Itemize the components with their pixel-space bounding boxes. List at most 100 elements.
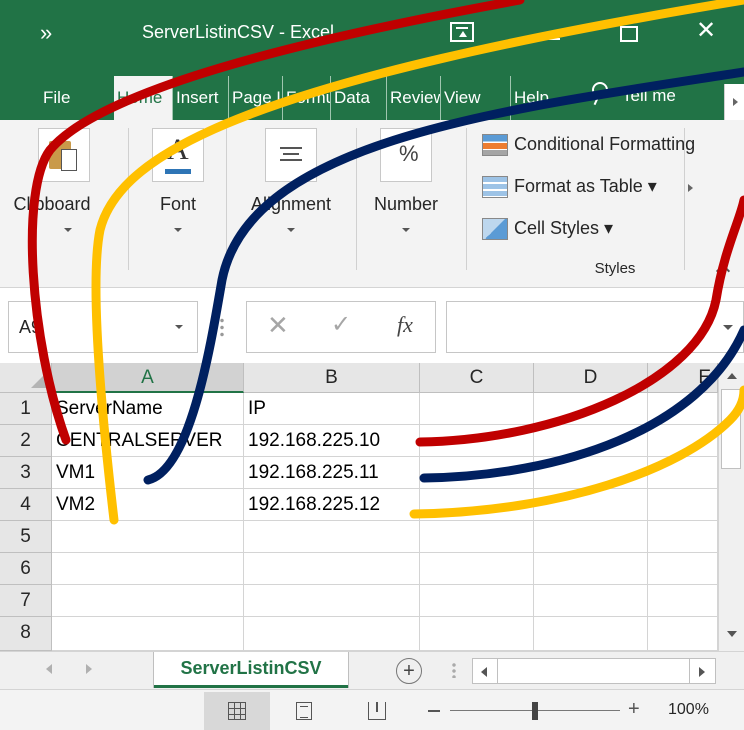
tab-formulas[interactable]: Formulas: [282, 76, 330, 120]
column-header-c[interactable]: C: [420, 363, 534, 393]
tab-help[interactable]: Help: [510, 76, 564, 120]
column-header-a[interactable]: A: [52, 363, 244, 393]
cell-b2[interactable]: 192.168.225.10: [244, 425, 420, 457]
cell-e5[interactable]: [648, 521, 718, 553]
number-group[interactable]: % Number: [358, 120, 454, 275]
row-header-2[interactable]: 2: [0, 425, 52, 457]
row-header-1[interactable]: 1: [0, 393, 52, 425]
cell-b6[interactable]: [244, 553, 420, 585]
tab-review[interactable]: Review: [386, 76, 440, 120]
cell-e2[interactable]: [648, 425, 718, 457]
scroll-up-icon[interactable]: [727, 373, 737, 379]
cell-a3[interactable]: VM1: [52, 457, 244, 489]
next-sheet-icon[interactable]: [86, 664, 92, 674]
resize-handle[interactable]: [220, 317, 224, 337]
cell-b4[interactable]: 192.168.225.12: [244, 489, 420, 521]
cell-e3[interactable]: [648, 457, 718, 489]
zoom-percent[interactable]: 100%: [668, 701, 709, 719]
cell-c5[interactable]: [420, 521, 534, 553]
cell-a7[interactable]: [52, 585, 244, 617]
cell-b7[interactable]: [244, 585, 420, 617]
cell-b3[interactable]: 192.168.225.11: [244, 457, 420, 489]
cell-c6[interactable]: [420, 553, 534, 585]
cell-a1[interactable]: ServerName: [52, 393, 244, 425]
cell-c3[interactable]: [420, 457, 534, 489]
cell-e8[interactable]: [648, 617, 718, 651]
tab-file[interactable]: File: [40, 76, 112, 120]
enter-icon[interactable]: ✓: [331, 310, 351, 339]
cell-b1[interactable]: IP: [244, 393, 420, 425]
scroll-left-icon[interactable]: [481, 667, 487, 677]
cell-c7[interactable]: [420, 585, 534, 617]
tab-insert[interactable]: Insert: [172, 76, 228, 120]
row-header-7[interactable]: 7: [0, 585, 52, 617]
ribbon-scroll-right-icon[interactable]: [688, 184, 693, 192]
close-icon[interactable]: ✕: [696, 16, 716, 45]
tab-home[interactable]: Home: [114, 76, 172, 120]
previous-sheet-icon[interactable]: [46, 664, 52, 674]
page-layout-view-icon[interactable]: [296, 702, 312, 720]
tab-view[interactable]: View: [440, 76, 510, 120]
cell-a2[interactable]: CENTRALSERVER: [52, 425, 244, 457]
row-header-5[interactable]: 5: [0, 521, 52, 553]
cell-a4[interactable]: VM2: [52, 489, 244, 521]
tab-split-handle[interactable]: [452, 662, 456, 678]
maximize-icon[interactable]: [620, 26, 638, 42]
column-header-e[interactable]: E: [648, 363, 718, 393]
expand-formula-bar-icon[interactable]: [723, 325, 733, 330]
alignment-group[interactable]: Alignment: [228, 120, 354, 275]
insert-function-icon[interactable]: fx: [397, 312, 413, 338]
cancel-icon[interactable]: ✕: [267, 310, 289, 341]
cell-c8[interactable]: [420, 617, 534, 651]
cell-e6[interactable]: [648, 553, 718, 585]
normal-view-button[interactable]: [204, 692, 270, 730]
cell-d7[interactable]: [534, 585, 648, 617]
cell-a8[interactable]: [52, 617, 244, 651]
row-header-8[interactable]: 8: [0, 617, 52, 651]
cell-a5[interactable]: [52, 521, 244, 553]
zoom-slider-thumb[interactable]: [532, 702, 538, 720]
cell-d4[interactable]: [534, 489, 648, 521]
row-header-6[interactable]: 6: [0, 553, 52, 585]
minimize-icon[interactable]: [540, 38, 560, 40]
tell-me-box[interactable]: Tell me: [622, 86, 676, 106]
cell-b5[interactable]: [244, 521, 420, 553]
cell-d6[interactable]: [534, 553, 648, 585]
column-header-b[interactable]: B: [244, 363, 420, 393]
tab-data[interactable]: Data: [330, 76, 386, 120]
cell-e4[interactable]: [648, 489, 718, 521]
name-box[interactable]: A9: [8, 301, 198, 353]
scroll-down-icon[interactable]: [727, 631, 737, 637]
zoom-in-icon[interactable]: +: [628, 698, 640, 721]
collapse-ribbon-icon[interactable]: [715, 263, 731, 279]
cell-a6[interactable]: [52, 553, 244, 585]
cell-d8[interactable]: [534, 617, 648, 651]
scroll-thumb[interactable]: [721, 389, 741, 469]
select-all-button[interactable]: [0, 363, 52, 393]
vertical-scrollbar[interactable]: [718, 363, 744, 651]
horizontal-scrollbar[interactable]: [472, 658, 716, 684]
cell-d5[interactable]: [534, 521, 648, 553]
scroll-right-icon[interactable]: [699, 667, 705, 677]
quick-access-more-icon[interactable]: »: [40, 20, 52, 46]
cell-d3[interactable]: [534, 457, 648, 489]
cell-e7[interactable]: [648, 585, 718, 617]
cell-c1[interactable]: [420, 393, 534, 425]
zoom-out-icon[interactable]: [428, 710, 440, 712]
cell-b8[interactable]: [244, 617, 420, 651]
search-icon[interactable]: [592, 82, 612, 106]
cell-c4[interactable]: [420, 489, 534, 521]
row-header-3[interactable]: 3: [0, 457, 52, 489]
cell-e1[interactable]: [648, 393, 718, 425]
sheet-tab-serverlistincsv[interactable]: ServerListinCSV: [154, 652, 348, 688]
tab-page-layout[interactable]: Page Layout: [228, 76, 282, 120]
clipboard-group[interactable]: Clipboard: [0, 120, 128, 275]
cell-c2[interactable]: [420, 425, 534, 457]
font-group[interactable]: A Font: [130, 120, 226, 275]
cell-d2[interactable]: [534, 425, 648, 457]
formula-input[interactable]: [446, 301, 744, 353]
row-header-4[interactable]: 4: [0, 489, 52, 521]
add-sheet-icon[interactable]: +: [396, 658, 422, 684]
ribbon-display-options-icon[interactable]: [450, 22, 474, 42]
page-break-preview-icon[interactable]: [368, 702, 386, 720]
